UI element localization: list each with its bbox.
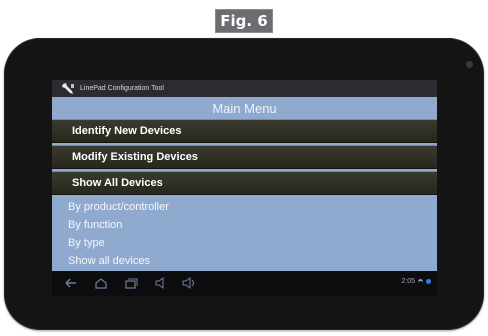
figure-label: Fig. 6 [215, 9, 273, 33]
battery-icon [426, 279, 431, 284]
system-navbar: 2:05 [52, 271, 437, 296]
modify-existing-devices-button[interactable]: Modify Existing Devices [52, 145, 437, 169]
button-label: Modify Existing Devices [72, 151, 198, 163]
main-menu-panel: Main Menu Identify New Devices Modify Ex… [52, 97, 437, 271]
show-all-devices-button[interactable]: Show All Devices [52, 171, 437, 195]
wifi-icon [418, 279, 423, 286]
button-label: Show All Devices [72, 177, 163, 189]
show-all-options-list: By product/controller By function By typ… [52, 197, 437, 271]
home-icon[interactable] [94, 277, 108, 289]
option-by-product-controller[interactable]: By product/controller [68, 198, 169, 216]
recent-apps-icon[interactable] [124, 277, 138, 289]
option-by-function[interactable]: By function [68, 216, 122, 234]
option-by-type[interactable]: By type [68, 234, 105, 252]
app-titlebar: LinePad Configuration Tool [52, 80, 437, 97]
identify-new-devices-button[interactable]: Identify New Devices [52, 119, 437, 143]
app-title: LinePad Configuration Tool [80, 85, 164, 92]
option-show-all-devices[interactable]: Show all devices [68, 252, 150, 270]
wrench-icon [62, 82, 74, 94]
camera-icon [466, 61, 473, 68]
button-label: Identify New Devices [72, 125, 182, 137]
main-menu-title: Main Menu [212, 101, 277, 116]
volume-down-icon[interactable] [154, 277, 168, 289]
status-time: 2:05 [401, 278, 415, 285]
back-icon[interactable] [64, 277, 78, 289]
tablet-screen: LinePad Configuration Tool Main Menu Ide… [52, 80, 437, 296]
volume-up-icon[interactable] [182, 277, 196, 289]
